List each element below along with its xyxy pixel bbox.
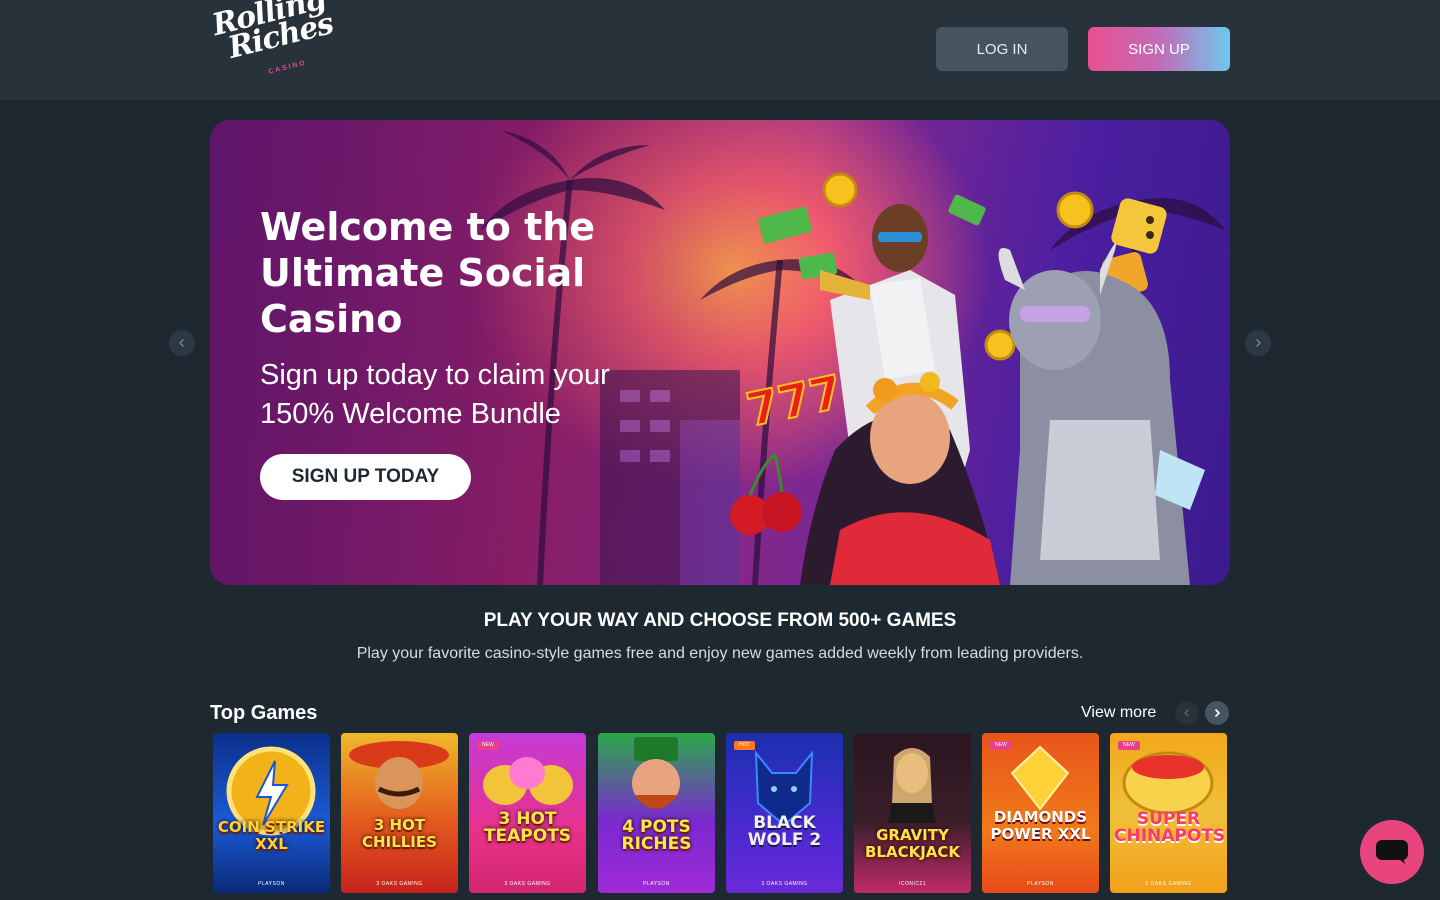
game-title: GRAVITY BLACKJACK: [864, 826, 961, 861]
games-prev-button[interactable]: [1175, 701, 1199, 725]
game-thumbnail-art: [226, 746, 316, 836]
site-header: Rolling Riches CASINO LOG IN SIGN UP: [0, 0, 1440, 100]
games-section-subtitle: Play your favorite casino-style games fr…: [356, 645, 1084, 662]
hero-banner: 777 Welcome to the Ultimate Social Casin…: [210, 120, 1230, 585]
chat-bubble-icon: [1376, 840, 1408, 864]
hero-signup-button[interactable]: SIGN UP TODAY: [260, 454, 471, 500]
game-card-gravity-blackjack[interactable]: GRAVITY BLACKJACK ICONIC21: [854, 733, 971, 893]
game-provider: 3 OAKS GAMING: [504, 881, 551, 887]
game-provider: 3 OAKS GAMING: [376, 881, 423, 887]
login-button[interactable]: LOG IN: [936, 27, 1068, 71]
game-title: 3 HOT TEAPOTS: [483, 809, 572, 846]
game-card-coin-strike[interactable]: COIN STRIKE XXL PLAYSON: [213, 733, 330, 893]
game-title: 4 POTS RICHES: [621, 817, 692, 854]
game-thumbnail-art: [349, 741, 449, 809]
view-more-link[interactable]: View more: [1081, 704, 1156, 722]
game-title: 3 HOT CHILLIES: [362, 816, 437, 851]
hero-next-button[interactable]: [1245, 330, 1271, 356]
logo-wordmark: Rolling Riches: [209, 0, 337, 66]
rolling-riches-logo[interactable]: Rolling Riches CASINO: [209, 0, 337, 84]
game-title: COIN STRIKE XXL: [217, 818, 326, 853]
chevron-left-icon: [178, 338, 185, 348]
support-chat-button[interactable]: [1360, 820, 1424, 884]
game-card-3-hot-teapots[interactable]: NEW 3 HOT TEAPOTS 3 OAKS GAMING: [469, 733, 586, 893]
svg-text:777: 777: [742, 364, 847, 437]
hero-title: Welcome to the Ultimate Social Casino: [260, 205, 596, 341]
games-section-title: PLAY YOUR WAY AND CHOOSE FROM 500+ GAMES: [483, 610, 957, 631]
game-thumbnail-art: [888, 748, 936, 823]
game-card-3-hot-chillies[interactable]: 3 HOT CHILLIES 3 OAKS GAMING: [341, 733, 458, 893]
game-card-diamonds-power[interactable]: NEW DIAMONDS POWER XXL PLAYSON: [982, 733, 1099, 893]
chevron-right-icon: [1214, 708, 1221, 718]
hero-prev-button[interactable]: [169, 330, 195, 356]
game-card-4-pots-riches[interactable]: 4 POTS RICHES PLAYSON: [598, 733, 715, 893]
signup-button[interactable]: SIGN UP: [1088, 27, 1230, 71]
game-provider: PLAYSON: [258, 881, 285, 887]
game-title: SUPER CHINAPOTS: [1114, 809, 1226, 846]
game-thumbnail-art: [632, 737, 680, 809]
game-card-super-chinapots[interactable]: NEW SUPER CHINAPOTS 3 OAKS GAMING: [1110, 733, 1227, 893]
game-title: BLACK WOLF 2: [747, 813, 822, 850]
game-card-black-wolf-2[interactable]: HOT BLACK WOLF 2 3 OAKS GAMING: [726, 733, 843, 893]
game-provider: ICONIC21: [898, 881, 927, 887]
game-title: DIAMONDS POWER XXL: [990, 808, 1091, 843]
game-provider: PLAYSON: [1027, 881, 1054, 887]
game-provider: PLAYSON: [643, 881, 670, 887]
chevron-left-icon: [1183, 708, 1190, 718]
logo-casino-label: CASINO: [267, 59, 308, 76]
chevron-right-icon: [1255, 338, 1262, 348]
game-provider: 3 OAKS GAMING: [761, 881, 808, 887]
hero-subtitle: Sign up today to claim your 150% Welcome…: [260, 359, 610, 430]
top-games-carousel: COIN STRIKE XXL PLAYSON 3 HOT CHILLIES 3…: [213, 733, 1230, 900]
games-next-button[interactable]: [1205, 701, 1229, 725]
game-provider: 3 OAKS GAMING: [1145, 881, 1192, 887]
top-games-heading: Top Games: [210, 702, 318, 724]
hero-characters-art: 777: [730, 172, 1205, 585]
